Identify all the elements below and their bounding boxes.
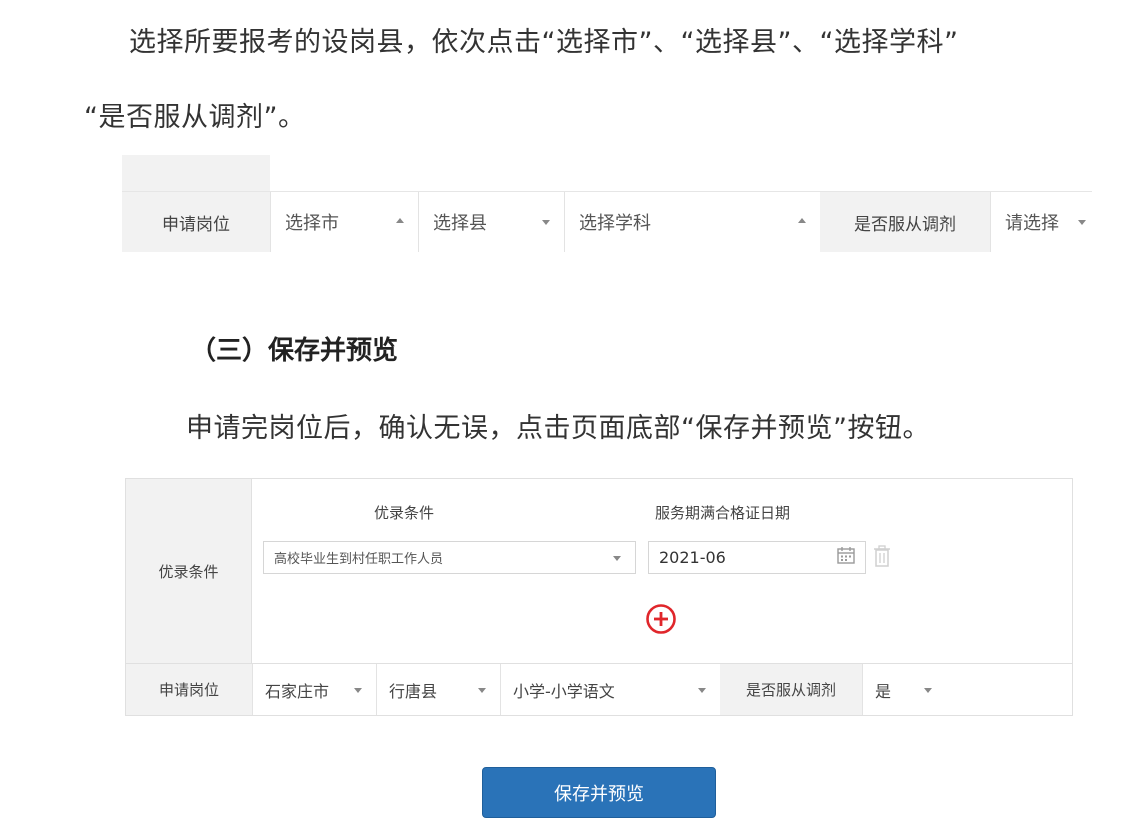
- county-select[interactable]: 行唐县: [376, 664, 500, 715]
- obey-label: 是否服从调剂: [820, 192, 990, 252]
- subject-select-text: 小学-小学语文: [513, 681, 615, 701]
- caret-up-icon: [798, 218, 806, 223]
- caret-down-icon: [1078, 220, 1086, 225]
- priority-select-text: 高校毕业生到村任职工作人员: [274, 552, 444, 567]
- position-form-example: 申请岗位 选择市 选择县 选择学科 是否服从调剂 请选择: [122, 155, 1092, 252]
- caret-down-icon: [613, 555, 621, 561]
- form-header-stub: [122, 155, 270, 191]
- calendar-icon[interactable]: [836, 545, 856, 565]
- section-heading: （三）保存并预览: [190, 336, 399, 366]
- service-date-text: 2021-06: [659, 548, 726, 567]
- obey-select[interactable]: 请选择: [990, 192, 1092, 252]
- caret-up-icon: [396, 218, 404, 223]
- save-and-preview-button[interactable]: 保存并预览: [482, 767, 716, 818]
- intro-line-2: “是否服从调剂”。: [84, 102, 306, 133]
- city-select-text: 石家庄市: [265, 681, 330, 701]
- county-select-text: 行唐县: [389, 681, 438, 701]
- subject-select[interactable]: 选择学科: [564, 192, 820, 252]
- caret-down-icon: [542, 220, 550, 225]
- position-row: 申请岗位 选择市 选择县 选择学科 是否服从调剂 请选择: [122, 191, 1092, 252]
- subject-select[interactable]: 小学-小学语文: [500, 664, 720, 715]
- city-select[interactable]: 选择市: [270, 192, 418, 252]
- application-form-example: 优录条件 申请岗位 石家庄市 行唐县 小学-小学语文 是否服从调剂 是: [125, 478, 1073, 716]
- obey-label: 是否服从调剂: [720, 664, 862, 715]
- add-circle-icon[interactable]: [645, 603, 677, 635]
- caret-down-icon: [478, 687, 486, 693]
- caret-down-icon: [698, 687, 706, 693]
- obey-select-text: 是: [875, 681, 892, 701]
- caret-down-icon: [354, 687, 362, 693]
- trash-icon[interactable]: [872, 544, 892, 568]
- caret-down-icon: [924, 687, 932, 693]
- service-date-column-header: 服务期满合格证日期: [655, 504, 791, 522]
- county-select-text: 选择县: [433, 213, 487, 234]
- subject-select-text: 选择学科: [579, 213, 651, 234]
- county-select[interactable]: 选择县: [418, 192, 564, 252]
- position-label: 申请岗位: [126, 664, 252, 715]
- priority-column-header: 优录条件: [374, 504, 435, 522]
- section-paragraph: 申请完岗位后，确认无误，点击页面底部“保存并预览”按钮。: [186, 413, 930, 444]
- service-date-input[interactable]: 2021-06: [648, 541, 866, 574]
- priority-label: 优录条件: [126, 479, 252, 663]
- obey-select[interactable]: 是: [862, 664, 962, 715]
- city-select[interactable]: 石家庄市: [252, 664, 376, 715]
- priority-select[interactable]: 高校毕业生到村任职工作人员: [263, 541, 636, 574]
- city-select-text: 选择市: [285, 213, 339, 234]
- obey-select-text: 请选择: [1005, 213, 1059, 234]
- position-label: 申请岗位: [122, 192, 270, 252]
- intro-line-1: 选择所要报考的设岗县，依次点击“选择市”、“选择县”、“选择学科”: [129, 27, 959, 58]
- position-row: 申请岗位 石家庄市 行唐县 小学-小学语文 是否服从调剂 是: [126, 663, 1072, 715]
